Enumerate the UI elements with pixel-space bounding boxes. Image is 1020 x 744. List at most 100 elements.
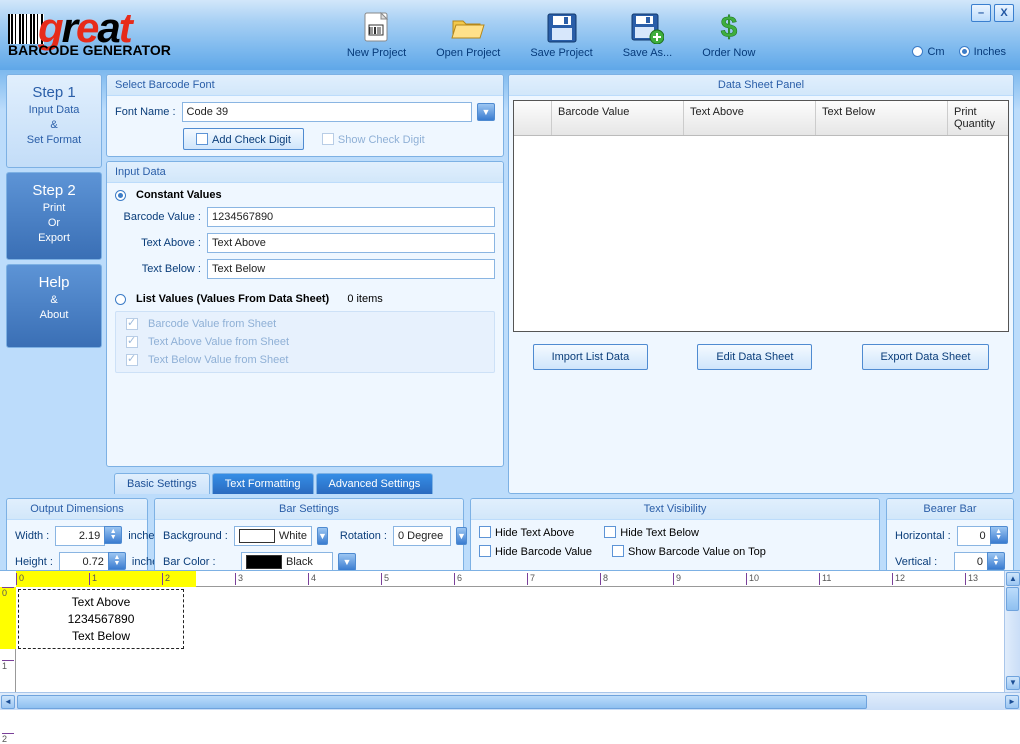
col-rownum xyxy=(514,101,552,135)
text-above-input[interactable] xyxy=(207,233,495,253)
new-project-label: New Project xyxy=(347,47,406,59)
scroll-down-icon[interactable]: ▼ xyxy=(1006,676,1020,690)
font-name-select[interactable] xyxy=(182,102,472,122)
data-sheet-panel: Data Sheet Panel Barcode Value Text Abov… xyxy=(508,74,1014,494)
export-data-sheet-button[interactable]: Export Data Sheet xyxy=(862,344,990,370)
tab-text-formatting[interactable]: Text Formatting xyxy=(212,473,314,494)
hide-text-above-checkbox[interactable]: Hide Text Above xyxy=(479,526,574,539)
bearer-h-spinner[interactable]: ▲▼ xyxy=(990,526,1008,544)
barcode-value-label: Barcode Value : xyxy=(115,211,201,223)
unit-inches-radio[interactable]: Inches xyxy=(959,46,1006,58)
bar-color-select[interactable]: Black xyxy=(241,552,333,572)
list-values-label: List Values (Values From Data Sheet) xyxy=(136,293,329,305)
dollar-icon: $ xyxy=(711,11,747,45)
step1-button[interactable]: Step 1 Input Data & Set Format xyxy=(6,74,102,168)
constant-values-label: Constant Values xyxy=(136,189,222,201)
text-above-label: Text Above : xyxy=(115,237,201,249)
font-name-dropdown-icon[interactable]: ▼ xyxy=(477,103,495,121)
bearer-bar-box: Bearer Bar Horizontal :▲▼ Vertical :▲▼ xyxy=(886,498,1014,579)
hscroll-thumb[interactable] xyxy=(17,695,867,709)
height-spinner[interactable]: ▲▼ xyxy=(108,552,126,570)
col-print-quantity: Print Quantity xyxy=(948,101,1008,135)
step2-button[interactable]: Step 2 Print Or Export xyxy=(6,172,102,260)
bearer-vertical-input[interactable] xyxy=(954,552,988,572)
barcode-from-sheet-checkbox xyxy=(126,318,138,330)
basic-settings-row: Output Dimensions Width :▲▼inches Height… xyxy=(0,498,1020,579)
save-as-label: Save As... xyxy=(623,47,673,59)
unit-cm-radio[interactable]: Cm xyxy=(912,46,944,58)
save-project-button[interactable]: Save Project xyxy=(524,9,598,61)
vscroll-thumb[interactable] xyxy=(1006,587,1019,611)
rotation-dropdown-icon[interactable]: ▼ xyxy=(456,527,467,545)
constant-values-radio[interactable] xyxy=(115,190,126,201)
text-above-from-sheet-checkbox xyxy=(126,336,138,348)
new-project-button[interactable]: New Project xyxy=(341,9,412,61)
checkbox-icon xyxy=(196,133,208,145)
col-text-above: Text Above xyxy=(684,101,816,135)
tab-basic-settings[interactable]: Basic Settings xyxy=(114,473,210,494)
vertical-scrollbar[interactable]: ▲ ▼ xyxy=(1004,571,1020,692)
barcode-preview-object[interactable]: Text Above 1234567890 Text Below xyxy=(18,589,184,649)
hide-barcode-value-checkbox[interactable]: Hide Barcode Value xyxy=(479,545,592,558)
scroll-left-icon[interactable]: ◄ xyxy=(1,695,15,709)
data-sheet-header: Barcode Value Text Above Text Below Prin… xyxy=(514,101,1008,136)
unit-toggle: Cm Inches xyxy=(912,46,1006,58)
white-swatch-icon xyxy=(239,529,275,543)
bearer-v-spinner[interactable]: ▲▼ xyxy=(987,552,1005,570)
toolbar: New Project Open Project Save Project Sa… xyxy=(341,9,762,61)
width-spinner[interactable]: ▲▼ xyxy=(104,526,122,544)
hide-text-below-checkbox[interactable]: Hide Text Below xyxy=(604,526,699,539)
list-values-count: 0 items xyxy=(347,293,382,305)
vertical-ruler: 0 1 2 xyxy=(0,587,16,692)
canvas-area[interactable]: Text Above 1234567890 Text Below xyxy=(16,587,1004,692)
input-data-title: Input Data xyxy=(107,162,503,183)
font-name-label: Font Name : xyxy=(115,106,176,118)
import-list-data-button[interactable]: Import List Data xyxy=(533,344,649,370)
tab-advanced-settings[interactable]: Advanced Settings xyxy=(316,473,434,494)
save-as-button[interactable]: Save As... xyxy=(617,9,679,61)
input-data-group: Input Data Constant Values Barcode Value… xyxy=(106,161,504,467)
width-input[interactable] xyxy=(55,526,105,546)
height-input[interactable] xyxy=(59,552,109,572)
svg-text:$: $ xyxy=(720,11,737,44)
edit-data-sheet-button[interactable]: Edit Data Sheet xyxy=(697,344,812,370)
data-sheet-title: Data Sheet Panel xyxy=(509,75,1013,96)
horizontal-ruler: 012345678910111213 xyxy=(16,571,1004,587)
add-check-digit-button[interactable]: Add Check Digit xyxy=(183,128,304,150)
show-barcode-on-top-checkbox[interactable]: Show Barcode Value on Top xyxy=(612,545,766,558)
select-barcode-font-group: Select Barcode Font Font Name : ▼ Add Ch… xyxy=(106,74,504,157)
preview-text-above: Text Above xyxy=(19,594,183,611)
select-font-title: Select Barcode Font xyxy=(107,75,503,96)
title-bar: great BARCODE GENERATOR New Project Open… xyxy=(0,0,1020,70)
help-about-button[interactable]: Help & About xyxy=(6,264,102,348)
open-project-label: Open Project xyxy=(436,47,500,59)
scroll-right-icon[interactable]: ► xyxy=(1005,695,1019,709)
data-sheet-table: Barcode Value Text Above Text Below Prin… xyxy=(513,100,1009,332)
minimize-button[interactable]: – xyxy=(971,4,991,22)
rotation-select[interactable] xyxy=(393,526,451,546)
floppy-plus-icon xyxy=(629,11,665,45)
order-now-button[interactable]: $ Order Now xyxy=(696,9,761,61)
scroll-up-icon[interactable]: ▲ xyxy=(1006,572,1020,586)
text-below-input[interactable] xyxy=(207,259,495,279)
list-values-radio[interactable] xyxy=(115,294,126,305)
app-logo: great BARCODE GENERATOR xyxy=(8,12,171,58)
show-check-digit-checkbox: Show Check Digit xyxy=(322,133,425,146)
col-barcode-value: Barcode Value xyxy=(552,101,684,135)
window-controls: – X xyxy=(971,4,1014,22)
black-swatch-icon xyxy=(246,555,282,569)
main-panel: Step 1 Input Data & Set Format Step 2 Pr… xyxy=(0,70,1020,710)
side-nav: Step 1 Input Data & Set Format Step 2 Pr… xyxy=(6,74,102,494)
bearer-horizontal-input[interactable] xyxy=(957,526,991,546)
background-color-select[interactable]: White xyxy=(234,526,312,546)
settings-tabs: Basic Settings Text Formatting Advanced … xyxy=(106,471,504,494)
barcode-value-input[interactable] xyxy=(207,207,495,227)
close-button[interactable]: X xyxy=(994,4,1014,22)
preview-barcode-value: 1234567890 xyxy=(19,611,183,628)
open-project-button[interactable]: Open Project xyxy=(430,9,506,61)
horizontal-scrollbar[interactable]: ◄ ► xyxy=(0,692,1020,710)
bg-dropdown-icon[interactable]: ▼ xyxy=(317,527,328,545)
text-below-from-sheet-checkbox xyxy=(126,354,138,366)
col-text-below: Text Below xyxy=(816,101,948,135)
barcolor-dropdown-icon[interactable]: ▼ xyxy=(338,553,356,571)
